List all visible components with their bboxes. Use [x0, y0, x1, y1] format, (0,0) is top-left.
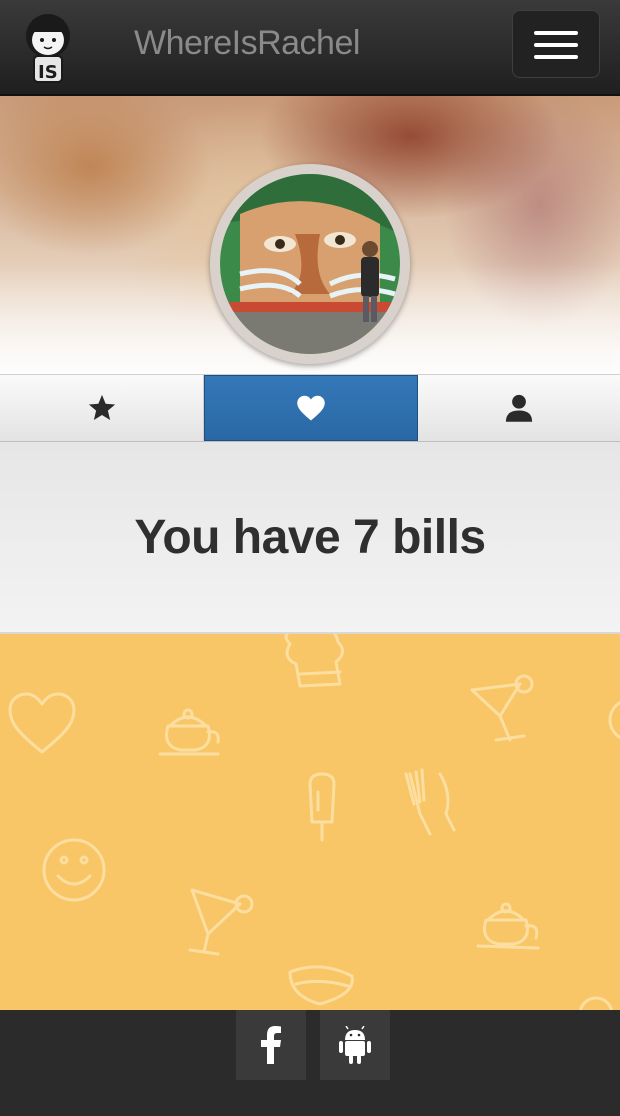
- facebook-link[interactable]: [236, 1010, 306, 1080]
- facebook-icon: [261, 1026, 281, 1064]
- logo-icon[interactable]: IS: [20, 6, 76, 88]
- hamburger-icon: [534, 31, 578, 35]
- user-icon: [505, 394, 533, 422]
- tab-profile[interactable]: [418, 375, 620, 441]
- heart-icon: [297, 395, 325, 421]
- tab-liked[interactable]: [204, 375, 418, 441]
- svg-text:IS: IS: [38, 62, 58, 83]
- top-navbar: IS WhereIsRachel: [0, 0, 620, 96]
- brand-title[interactable]: WhereIsRachel: [134, 24, 360, 63]
- hamburger-icon-bar: [534, 55, 578, 59]
- star-icon: [88, 394, 115, 420]
- page-footer: [0, 1010, 620, 1116]
- bills-summary: You have 7 bills: [0, 442, 620, 634]
- bills-count-text: You have 7 bills: [134, 510, 486, 564]
- android-link[interactable]: [320, 1010, 390, 1080]
- profile-avatar[interactable]: [210, 164, 410, 364]
- tab-favorites[interactable]: [0, 375, 204, 441]
- profile-tabs: [0, 374, 620, 442]
- hamburger-icon-bar: [534, 43, 578, 47]
- app-page: IS WhereIsRachel You have 7 bills: [0, 0, 620, 1116]
- food-pattern-icon: [8, 634, 620, 1010]
- food-pattern-background: [0, 634, 620, 1010]
- profile-photo-icon: [220, 174, 400, 354]
- android-icon: [339, 1026, 371, 1064]
- menu-toggle-button[interactable]: [512, 10, 600, 78]
